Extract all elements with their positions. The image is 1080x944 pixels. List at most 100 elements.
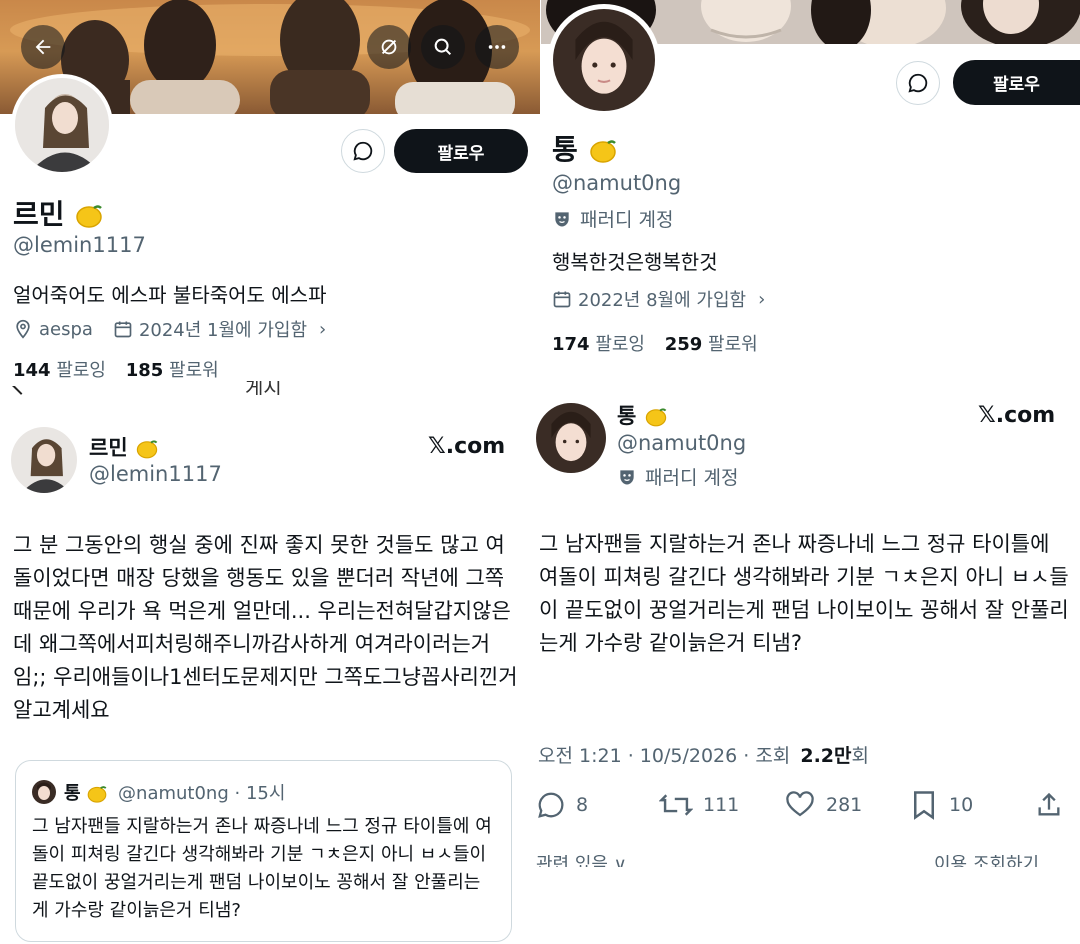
avatar-image <box>11 427 77 493</box>
cut-footer: 관련 있음 ∨ 이용 조회하기 <box>536 855 1076 867</box>
profile-bio: 얼어죽어도 에스파 불타죽어도 에스파 <box>13 283 327 307</box>
message-button[interactable] <box>896 61 940 105</box>
tweet-avatar[interactable] <box>11 427 77 493</box>
reply-action[interactable]: 8 <box>536 790 588 820</box>
cut-tab-fragment <box>10 386 30 396</box>
x-brand-logo: 𝕏.com <box>428 434 506 459</box>
hide-button[interactable] <box>367 25 411 69</box>
profile-location: aespa <box>39 318 93 340</box>
more-icon <box>488 45 506 49</box>
location-pin-icon <box>16 319 30 339</box>
avatar-image <box>15 78 109 172</box>
message-button[interactable] <box>341 129 385 173</box>
profile-meta: 2022년 8월에 가입함 › <box>552 286 765 312</box>
theater-mask-icon <box>620 469 634 484</box>
following-count[interactable]: 174 <box>552 334 590 355</box>
eye-slash-icon <box>381 39 397 55</box>
calendar-icon <box>114 321 132 338</box>
profile-stats: 144 팔로잉 185 팔로워 <box>13 356 219 382</box>
followers-label: 팔로워 <box>708 334 758 355</box>
follow-button[interactable]: 팔로우 <box>394 129 528 173</box>
avatar-image <box>536 403 606 473</box>
tweet-parody-label: 패러디 계정 <box>645 467 739 489</box>
quote-body: 그 남자팬들 지랄하는거 존나 짜증나네 느그 정규 타이틀에 여돌이 피쳐링 … <box>32 816 492 921</box>
quote-author-handle: @namut0ng <box>118 783 229 804</box>
bookmark-action[interactable]: 10 <box>911 790 973 820</box>
reply-count: 8 <box>576 794 589 816</box>
share-action[interactable] <box>1035 790 1063 824</box>
theater-mask-icon <box>555 211 569 226</box>
profile-joined: 2022년 8월에 가입함 <box>578 290 747 311</box>
followers-count[interactable]: 185 <box>126 360 164 381</box>
profile-avatar[interactable] <box>548 4 660 116</box>
tweet-body: 그 분 그동안의 행실 중에 진짜 좋지 못한 것들도 많고 여돌이었다면 매장… <box>13 533 518 722</box>
followers-count[interactable]: 259 <box>665 334 703 355</box>
heart-icon <box>786 791 814 817</box>
left-panel: 팔로우 르민 @lemin1117 얼어죽어도 에스파 불타죽어도 에스파 ae… <box>0 0 540 944</box>
lemon-emoji <box>136 440 158 459</box>
following-label: 팔로잉 <box>56 360 106 381</box>
profile-display-name: 통 <box>552 128 618 168</box>
cut-footer-right: 이용 조회하기 <box>934 855 1040 867</box>
lemon-emoji <box>76 205 103 228</box>
tweet-author-handle: @lemin1117 <box>89 462 222 486</box>
lemon-emoji <box>645 408 666 427</box>
calendar-icon <box>553 291 571 308</box>
profile-handle: @lemin1117 <box>13 233 146 257</box>
lemon-emoji <box>589 140 616 163</box>
following-count[interactable]: 144 <box>13 360 51 381</box>
retweet-icon <box>659 794 693 816</box>
display-name-text: 통 <box>552 133 578 166</box>
like-count: 281 <box>826 794 863 816</box>
retweet-action[interactable]: 111 <box>659 790 739 820</box>
bookmark-icon <box>914 791 934 820</box>
message-icon <box>908 73 928 93</box>
profile-bio: 행복한것은행복한것 <box>552 250 718 274</box>
quote-time: · 15시 <box>234 783 286 804</box>
more-button[interactable] <box>475 25 519 69</box>
parody-label: 패러디 계정 <box>580 209 674 231</box>
x-brand-logo: 𝕏.com <box>978 403 1056 428</box>
tweet-author-text: 르민 <box>89 436 128 460</box>
cut-tab-label: 게시 <box>245 381 282 395</box>
search-button[interactable] <box>421 25 465 69</box>
followers-label: 팔로워 <box>169 360 219 381</box>
follow-button[interactable]: 팔로우 <box>953 60 1080 105</box>
lemon-emoji <box>87 786 107 803</box>
tweet-body: 그 남자팬들 지랄하는거 존나 짜증나네 느그 정규 타이틀에 여돌이 피쳐링 … <box>539 532 1069 655</box>
quote-author-name: 통 <box>64 783 81 804</box>
profile-meta: aespa 2024년 1월에 가입함 › <box>13 316 326 342</box>
tweet-author-name: 르민 <box>89 432 159 462</box>
share-icon <box>1038 792 1060 816</box>
tweet-timestamp-row: 오전 1:21 · 10/5/2026 · 조회 2.2만회 <box>538 741 869 768</box>
retweet-count: 111 <box>703 794 740 816</box>
message-icon <box>353 141 373 161</box>
tweet-author-name: 통 <box>617 400 668 430</box>
following-label: 팔로잉 <box>595 334 645 355</box>
cut-footer-left: 관련 있음 ∨ <box>536 855 627 867</box>
back-button[interactable] <box>21 25 65 69</box>
avatar-image <box>553 9 655 111</box>
avatar-image <box>32 780 56 804</box>
tweet-author-text: 통 <box>617 404 637 428</box>
reply-icon <box>538 792 564 818</box>
tweet-avatar[interactable] <box>536 403 606 473</box>
bookmark-count: 10 <box>949 794 974 816</box>
profile-avatar[interactable] <box>11 74 113 176</box>
quote-avatar <box>32 780 56 804</box>
search-icon <box>434 38 452 56</box>
profile-stats: 174 팔로잉 259 팔로워 <box>552 330 758 356</box>
profile-handle: @namut0ng <box>552 171 682 195</box>
quote-tweet-card[interactable]: 통 @namut0ng · 15시 그 남자팬들 지랄하는거 존나 짜증나네 느… <box>15 760 512 942</box>
right-panel: 팔로우 통 @namut0ng 패러디 계정 행복한것은행복한것 2022년 8… <box>536 0 1080 944</box>
tweet-timestamp: 오전 1:21 · 10/5/2026 · 조회 <box>538 745 791 767</box>
profile-display-name: 르민 <box>13 193 104 233</box>
profile-joined: 2024년 1월에 가입함 <box>138 320 308 341</box>
tweet-views: 2.2만 <box>800 745 852 767</box>
chevron-right-icon: › <box>758 288 766 310</box>
arrow-left-icon <box>35 39 51 55</box>
parody-label-row: 패러디 계정 <box>552 205 673 232</box>
tweet-parody-row: 패러디 계정 <box>617 463 738 490</box>
tweet-views-suffix: 회 <box>851 745 869 767</box>
like-action[interactable]: 281 <box>784 790 862 820</box>
